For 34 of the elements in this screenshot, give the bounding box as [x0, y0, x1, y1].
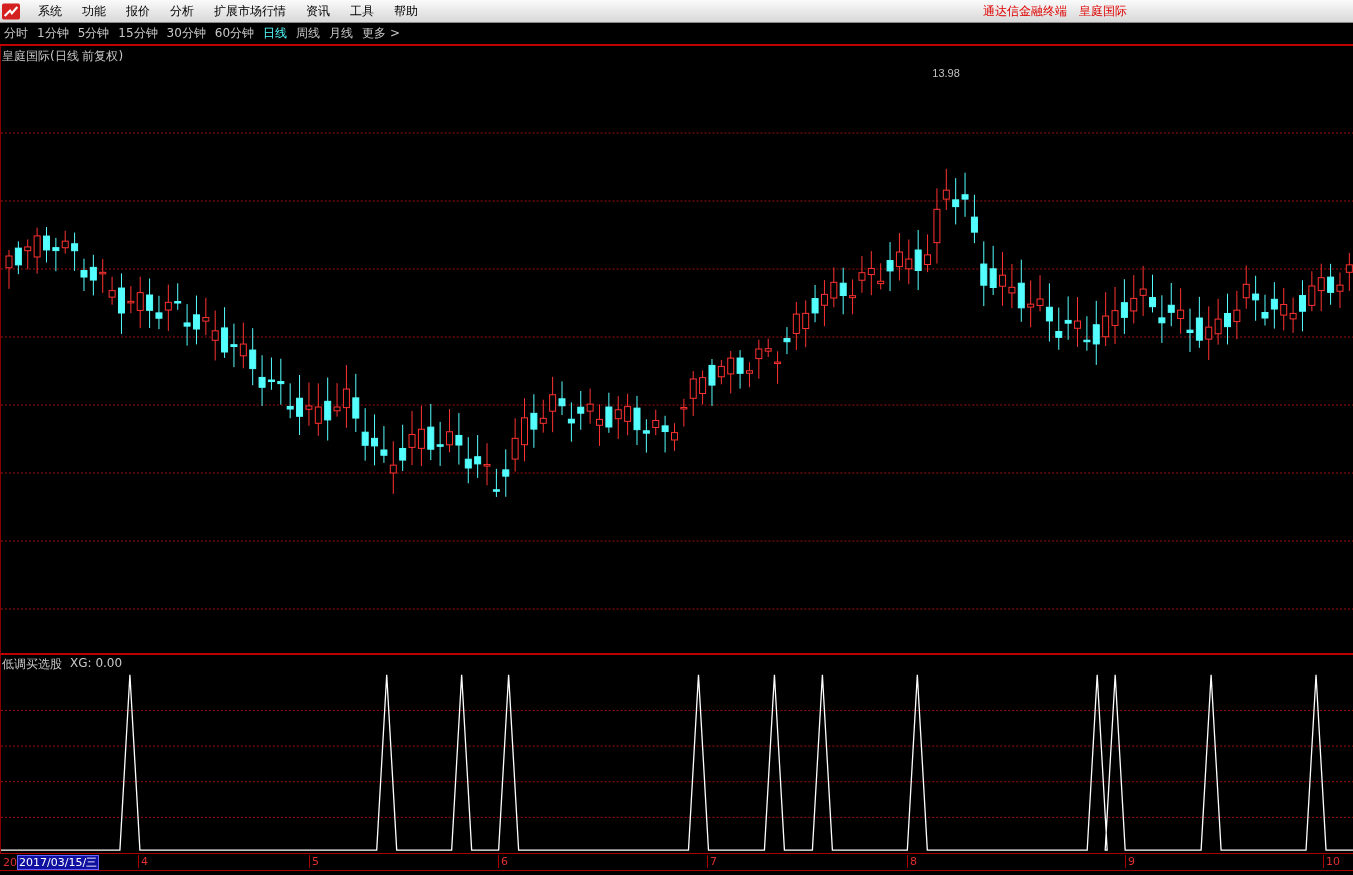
- indicator-reading: XG: 0.00: [70, 656, 123, 672]
- period-tab[interactable]: 60分钟: [214, 25, 255, 42]
- app-logo-icon[interactable]: [2, 2, 20, 20]
- month-label: 6: [498, 855, 508, 868]
- menu-item[interactable]: 分析: [160, 2, 204, 20]
- period-tab[interactable]: 月线: [329, 25, 354, 42]
- axis-year: 20: [2, 855, 17, 869]
- menu-item[interactable]: 帮助: [384, 2, 428, 20]
- menu-item[interactable]: 报价: [116, 2, 160, 20]
- indicator-name: 低调买选股: [2, 656, 62, 673]
- month-label: 4: [138, 855, 148, 868]
- period-tab[interactable]: 更多 >: [362, 25, 400, 42]
- month-label: 9: [1125, 855, 1135, 868]
- menu-item[interactable]: 扩展市场行情: [204, 2, 296, 20]
- period-tab[interactable]: 周线: [296, 25, 321, 42]
- period-tab[interactable]: 日线: [263, 25, 288, 42]
- month-label: 5: [309, 855, 319, 868]
- stock-title: 皇庭国际: [1079, 2, 1127, 20]
- app-title: 通达信金融终端: [983, 2, 1067, 20]
- chart-title: 皇庭国际(日线 前复权): [2, 48, 124, 65]
- period-tab[interactable]: 5分钟: [77, 25, 110, 42]
- menu-item[interactable]: 功能: [72, 2, 116, 20]
- month-label: 10: [1323, 855, 1340, 868]
- menu-item[interactable]: 工具: [340, 2, 384, 20]
- menu-item[interactable]: 系统: [28, 2, 72, 20]
- cursor-date: 2017/03/15/三: [17, 854, 100, 870]
- period-tab[interactable]: 分时: [4, 25, 28, 42]
- period-tab[interactable]: 30分钟: [166, 25, 206, 42]
- period-tab[interactable]: 15分钟: [118, 25, 158, 42]
- peak-price-label: 13.98: [932, 67, 960, 79]
- month-label: 7: [707, 855, 717, 868]
- menu-item[interactable]: 资讯: [296, 2, 340, 20]
- month-label: 8: [907, 855, 917, 868]
- period-tab[interactable]: 1分钟: [37, 25, 69, 42]
